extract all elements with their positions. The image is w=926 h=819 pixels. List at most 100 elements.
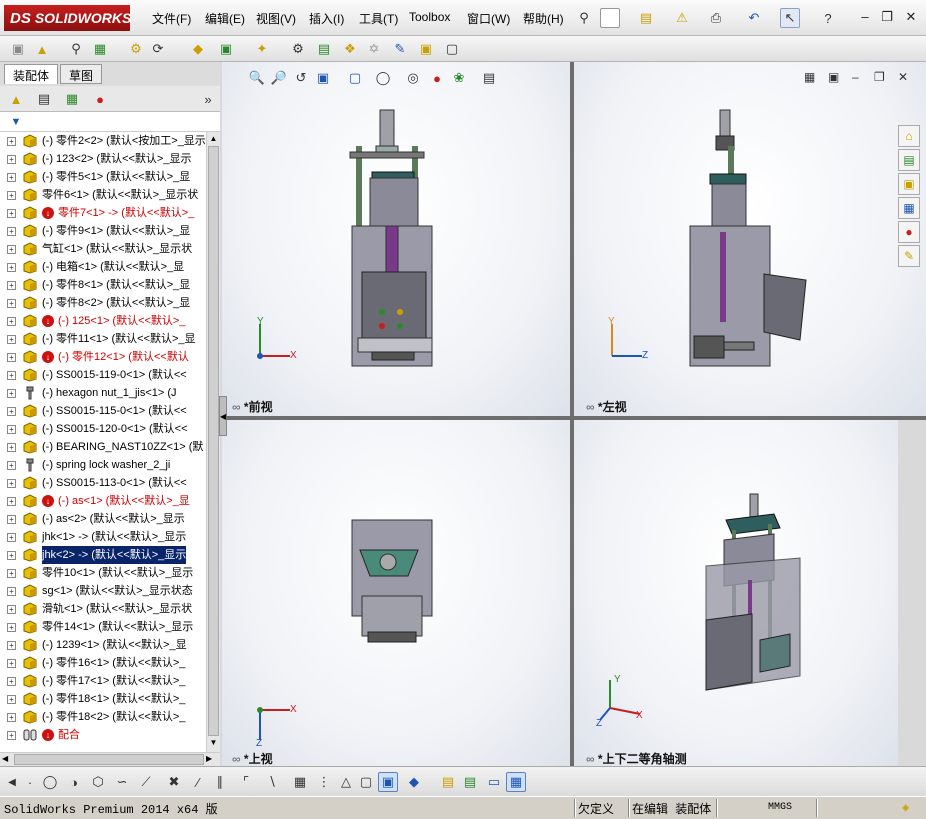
viewport-top[interactable]: X Z ∞ *上视 — [222, 420, 570, 766]
tree-item[interactable]: + (-) SS0015-120-0<1> (默认<< — [0, 420, 206, 438]
collapse-panel-handle[interactable]: ◀ — [219, 396, 227, 436]
tree-item[interactable]: + ↓ (-) as<1> (默认<<默认>_显 — [0, 492, 206, 510]
expand-toggle-icon[interactable]: + — [7, 281, 16, 290]
expand-toggle-icon[interactable]: + — [7, 407, 16, 416]
viewport-left[interactable]: ▦ ▣ – ❐ ✕ Y Z ∞ *左视 — [574, 62, 926, 416]
home-icon[interactable]: ⌂ — [898, 125, 920, 147]
trim-icon[interactable]: ✖ — [164, 772, 184, 792]
reference-geometry-icon[interactable]: ✦ — [252, 39, 272, 59]
unit-system[interactable]: MMGS — [768, 802, 792, 813]
display-mode-icon[interactable]: ◆ — [404, 772, 424, 792]
tree-item[interactable]: + (-) SS0015-113-0<1> (默认<< — [0, 474, 206, 492]
corner-rectangle-icon[interactable]: ⌜ — [236, 772, 256, 792]
tree-scroll-thumb[interactable] — [208, 146, 219, 736]
menu-insert[interactable]: 插入(I) — [309, 10, 344, 27]
expand-toggle-icon[interactable]: + — [7, 587, 16, 596]
scroll-down-icon[interactable]: ▼ — [208, 738, 219, 748]
interference-detection-icon[interactable]: ✎ — [390, 39, 410, 59]
tree-item[interactable]: + ↓ (-) 零件12<1> (默认<<默认 — [0, 348, 206, 366]
feature-manager-tree-icon[interactable]: ▲ — [6, 89, 26, 109]
new-document-icon[interactable] — [600, 8, 620, 28]
funnel-icon[interactable]: ▼ — [6, 112, 26, 132]
tree-item[interactable]: + (-) as<2> (默认<<默认>_显示 — [0, 510, 206, 528]
tree-horizontal-scrollbar[interactable]: ◀ ▶ — [0, 752, 220, 766]
expand-toggle-icon[interactable]: + — [7, 713, 16, 722]
expand-toggle-icon[interactable]: + — [7, 659, 16, 668]
expand-toggle-icon[interactable]: + — [7, 479, 16, 488]
dotted-grid-icon[interactable]: ⋮ — [314, 772, 334, 792]
clearance-verification-icon[interactable]: ▣ — [416, 39, 436, 59]
wireframe-cube-icon[interactable]: ▢ — [356, 772, 376, 792]
expand-toggle-icon[interactable]: + — [7, 461, 16, 470]
tab-assembly[interactable]: 装配体 — [4, 64, 59, 84]
extend-icon[interactable]: ∕ — [188, 772, 208, 792]
pin-icon[interactable]: ⚲ — [574, 8, 594, 28]
center-point-arc-icon[interactable]: ◑ — [64, 772, 84, 792]
expand-toggle-icon[interactable]: + — [7, 641, 16, 650]
viewport-isometric[interactable]: Y X Z ∞ *上下二等角轴测 — [574, 420, 898, 766]
custom-properties-icon[interactable]: ✎ — [898, 245, 920, 267]
tab-sketch[interactable]: 草图 — [60, 64, 103, 84]
solidworks-logo[interactable]: DS SOLIDWORKS — [4, 5, 131, 31]
tree-item[interactable]: + ↓ (-) 125<1> (默认<<默认>_ — [0, 312, 206, 330]
expand-toggle-icon[interactable]: + — [7, 389, 16, 398]
expand-toggle-icon[interactable]: + — [7, 515, 16, 524]
show-hidden-icon[interactable]: ◆ — [188, 39, 208, 59]
triangle-icon[interactable]: △ — [336, 772, 356, 792]
rebuild-tag-icon[interactable]: ◈ — [902, 800, 909, 815]
expand-toggle-icon[interactable]: + — [7, 263, 16, 272]
expand-toggle-icon[interactable]: + — [7, 245, 16, 254]
expand-toggle-icon[interactable]: + — [7, 695, 16, 704]
tree-item[interactable]: + jhk<2> -> (默认<<默认>_显示 — [0, 546, 206, 564]
tree-item[interactable]: + 气缸<1> (默认<<默认>_显示状 — [0, 240, 206, 258]
polygon-icon[interactable]: ⬡ — [88, 772, 108, 792]
select-cursor-icon[interactable]: ↖ — [780, 8, 800, 28]
display-manager-icon[interactable]: ● — [90, 89, 110, 109]
bill-of-materials-icon[interactable]: ▤ — [314, 39, 334, 59]
expand-toggle-icon[interactable]: + — [7, 155, 16, 164]
viewport-horizontal-splitter[interactable] — [220, 416, 926, 420]
mate-icon[interactable]: ⚲ — [66, 39, 86, 59]
expand-toggle-icon[interactable]: + — [7, 299, 16, 308]
spline-icon[interactable]: ∽ — [112, 772, 132, 792]
tree-vertical-scrollbar[interactable]: ▲ ▼ — [206, 132, 220, 752]
expand-toggle-icon[interactable]: + — [7, 677, 16, 686]
menu-tools[interactable]: 工具(T) — [359, 10, 398, 27]
tree-item[interactable]: + (-) 零件5<1> (默认<<默认>_显 — [0, 168, 206, 186]
property-manager-icon[interactable]: ▤ — [34, 89, 54, 109]
tree-item[interactable]: + (-) 1239<1> (默认<<默认>_显 — [0, 636, 206, 654]
grid-icon[interactable]: ▦ — [290, 772, 310, 792]
assembly-xpert-icon[interactable]: ▤ — [460, 772, 480, 792]
new-motion-study-icon[interactable]: ⚙ — [288, 39, 308, 59]
tree-item[interactable]: + (-) spring lock washer_2_ji — [0, 456, 206, 474]
view-palette-icon[interactable]: ▦ — [898, 197, 920, 219]
toolbar-left-arrow-icon[interactable]: ◀ — [2, 772, 22, 792]
tree-item[interactable]: + ↓ 配合 — [0, 726, 206, 744]
four-viewport-icon[interactable]: ▦ — [506, 772, 526, 792]
move-component-icon[interactable]: ⟳ — [148, 39, 168, 59]
expand-toggle-icon[interactable]: + — [7, 497, 16, 506]
tree-item[interactable]: + (-) 零件2<2> (默认<按加工>_显示 — [0, 132, 206, 150]
tree-item[interactable]: + (-) SS0015-115-0<1> (默认<< — [0, 402, 206, 420]
menu-help[interactable]: 帮助(H) — [523, 10, 564, 27]
tree-item[interactable]: + (-) SS0015-119-0<1> (默认<< — [0, 366, 206, 384]
expand-toggle-icon[interactable]: + — [7, 371, 16, 380]
viewport-vertical-splitter[interactable] — [570, 62, 574, 766]
undo-icon[interactable]: ↶ — [744, 8, 764, 28]
expand-toggle-icon[interactable]: + — [7, 137, 16, 146]
scroll-right-icon[interactable]: ▶ — [206, 754, 216, 765]
expand-toggle-icon[interactable]: + — [7, 353, 16, 362]
line-icon[interactable]: ⟋ — [136, 772, 156, 792]
tree-item[interactable]: + 零件6<1> (默认<<默认>_显示状 — [0, 186, 206, 204]
tree-item[interactable]: + (-) 零件11<1> (默认<<默认>_显 — [0, 330, 206, 348]
instant3d-icon[interactable]: ▢ — [442, 39, 462, 59]
insert-component-icon[interactable]: ▲ — [32, 39, 52, 59]
tree-item[interactable]: + jhk<1> -> (默认<<默认>_显示 — [0, 528, 206, 546]
menu-file[interactable]: 文件(F) — [152, 10, 191, 27]
new-part-icon[interactable]: ▣ — [8, 39, 28, 59]
circle-icon[interactable]: ◯ — [40, 772, 60, 792]
open-folder-icon[interactable]: ▤ — [636, 8, 656, 28]
explode-line-icon[interactable]: ✡ — [364, 39, 384, 59]
tree-item[interactable]: + (-) 电箱<1> (默认<<默认>_显 — [0, 258, 206, 276]
tree-item[interactable]: + (-) 零件8<1> (默认<<默认>_显 — [0, 276, 206, 294]
